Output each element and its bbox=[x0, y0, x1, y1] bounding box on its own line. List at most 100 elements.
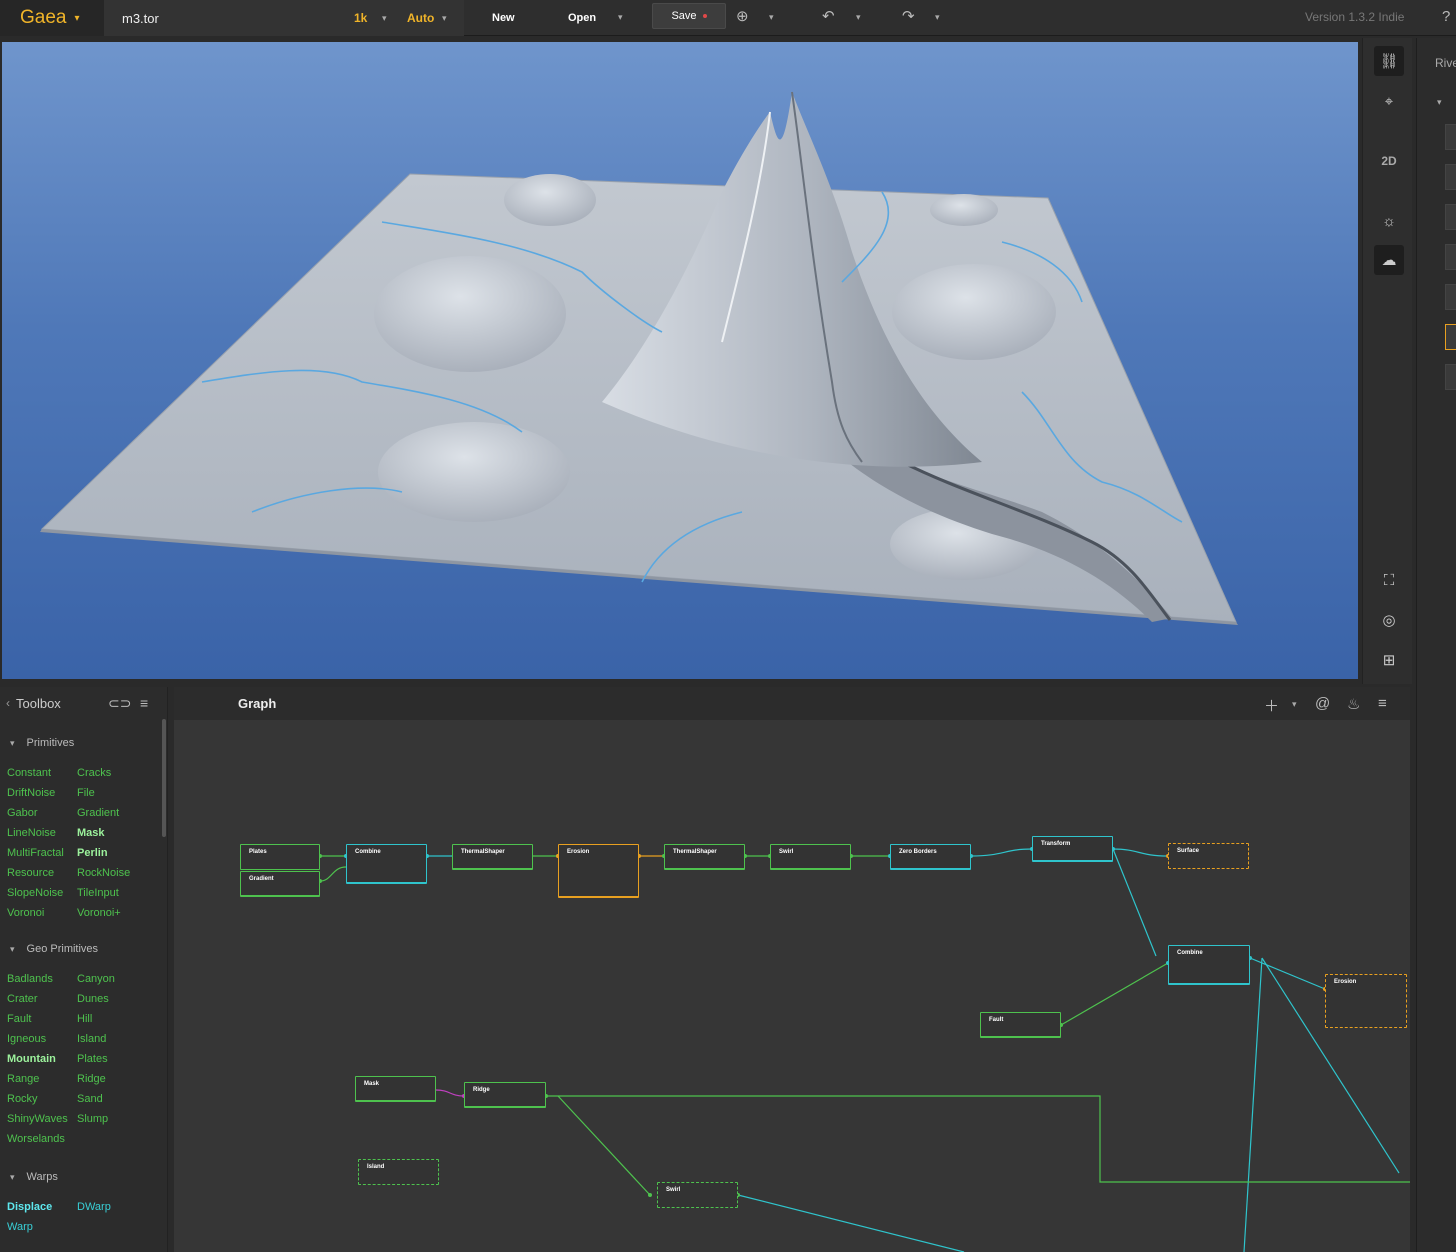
category-primitives[interactable]: ▾ Primitives bbox=[10, 737, 74, 749]
open-button[interactable]: Open bbox=[568, 8, 596, 28]
property-swatch[interactable] bbox=[1445, 244, 1456, 270]
add-circle-icon[interactable]: ⊕ bbox=[736, 9, 749, 24]
app-menu[interactable]: Gaea ▾ bbox=[0, 0, 104, 36]
tool-constant[interactable]: Constant bbox=[7, 767, 51, 779]
redo-icon[interactable]: ↷ bbox=[902, 9, 915, 24]
chevron-down-icon: ▾ bbox=[10, 1171, 15, 1182]
tool-badlands[interactable]: Badlands bbox=[7, 973, 53, 985]
node-fault[interactable]: Fault bbox=[980, 1012, 1061, 1038]
tool-voronoi-[interactable]: Voronoi+ bbox=[77, 907, 121, 919]
node-mask[interactable]: Mask bbox=[355, 1076, 436, 1102]
tool-slopenoise[interactable]: SlopeNoise bbox=[7, 887, 63, 899]
tool-warp[interactable]: Warp bbox=[7, 1221, 33, 1233]
tool-fault[interactable]: Fault bbox=[7, 1013, 31, 1025]
new-button[interactable]: New bbox=[492, 8, 515, 28]
grid-icon[interactable]: ⊞ bbox=[1374, 645, 1404, 675]
tool-canyon[interactable]: Canyon bbox=[77, 973, 115, 985]
open-dropdown-chevron-icon[interactable]: ▾ bbox=[618, 13, 623, 22]
toggle-icon[interactable]: ⊂⊃ bbox=[108, 695, 131, 712]
tool-mask[interactable]: Mask bbox=[77, 827, 105, 839]
chevron-down-icon[interactable]: ▾ bbox=[1437, 98, 1442, 107]
tool-sand[interactable]: Sand bbox=[77, 1093, 103, 1105]
tool-displace[interactable]: Displace bbox=[7, 1201, 52, 1213]
chevron-down-icon[interactable]: ▾ bbox=[935, 13, 940, 22]
tool-ridge[interactable]: Ridge bbox=[77, 1073, 106, 1085]
frame-icon[interactable]: ⛶ bbox=[1374, 565, 1404, 595]
category-geo-primitives[interactable]: ▾ Geo Primitives bbox=[10, 943, 98, 955]
undo-icon[interactable]: ↶ bbox=[822, 9, 835, 24]
node-combine[interactable]: Combine bbox=[346, 844, 427, 884]
tool-rocky[interactable]: Rocky bbox=[7, 1093, 38, 1105]
property-swatch[interactable] bbox=[1445, 284, 1456, 310]
node-zero-borders[interactable]: Zero Borders bbox=[890, 844, 971, 870]
tool-mountain[interactable]: Mountain bbox=[7, 1053, 56, 1065]
chevron-down-icon[interactable]: ▾ bbox=[382, 13, 387, 24]
property-swatch[interactable] bbox=[1445, 164, 1456, 190]
node-swirl-2[interactable]: Swirl bbox=[657, 1182, 738, 1208]
node-erosion-2[interactable]: Erosion bbox=[1325, 974, 1407, 1028]
category-warps[interactable]: ▾ Warps bbox=[10, 1171, 58, 1183]
node-plates[interactable]: Plates bbox=[240, 844, 320, 870]
tool-slump[interactable]: Slump bbox=[77, 1113, 108, 1125]
compass-icon[interactable]: ◎ bbox=[1374, 605, 1404, 635]
resolution-dropdown[interactable]: 1k bbox=[354, 11, 367, 25]
property-swatch[interactable] bbox=[1445, 364, 1456, 390]
tool-perlin[interactable]: Perlin bbox=[77, 847, 108, 859]
link-view-icon[interactable]: ⛓ bbox=[1374, 46, 1404, 76]
node-erosion[interactable]: Erosion bbox=[558, 844, 639, 898]
menu-icon[interactable]: ≡ bbox=[140, 695, 148, 711]
node-swirl[interactable]: Swirl bbox=[770, 844, 851, 870]
chevron-down-icon[interactable]: ▾ bbox=[442, 13, 447, 24]
chevron-down-icon: ▾ bbox=[74, 12, 80, 24]
tool-linenoise[interactable]: LineNoise bbox=[7, 827, 56, 839]
location-pin-icon[interactable]: ⌖ bbox=[1374, 86, 1404, 116]
tool-driftnoise[interactable]: DriftNoise bbox=[7, 787, 55, 799]
node-thermalshaper-2[interactable]: ThermalShaper bbox=[664, 844, 745, 870]
node-surface[interactable]: Surface bbox=[1168, 843, 1249, 869]
toolbox-panel: ‹ Toolbox ⊂⊃ ≡ ▾ Primitives Constant Crac… bbox=[0, 687, 168, 1252]
tool-tileinput[interactable]: TileInput bbox=[77, 887, 119, 899]
tool-dwarp[interactable]: DWarp bbox=[77, 1201, 111, 1213]
node-island[interactable]: Island bbox=[358, 1159, 439, 1185]
sun-icon[interactable]: ☼ bbox=[1374, 206, 1404, 236]
3d-viewport[interactable] bbox=[2, 42, 1358, 679]
save-button[interactable]: Save bbox=[652, 3, 726, 29]
terrain-render bbox=[40, 91, 1238, 625]
toolbox-scrollbar[interactable] bbox=[162, 719, 166, 837]
view-2d-toggle[interactable]: 2D bbox=[1374, 146, 1404, 176]
tool-island[interactable]: Island bbox=[77, 1033, 106, 1045]
tool-hill[interactable]: Hill bbox=[77, 1013, 92, 1025]
graph-editor[interactable]: Graph ＋ ▾ @ ♨ ≡ Plates Gradient Combine … bbox=[174, 687, 1410, 1252]
chevron-down-icon[interactable]: ▾ bbox=[769, 13, 774, 22]
tool-rocknoise[interactable]: RockNoise bbox=[77, 867, 130, 879]
tool-dunes[interactable]: Dunes bbox=[77, 993, 109, 1005]
tool-gradient[interactable]: Gradient bbox=[77, 807, 119, 819]
node-title: Mask bbox=[364, 1081, 380, 1087]
tool-igneous[interactable]: Igneous bbox=[7, 1033, 46, 1045]
node-combine-2[interactable]: Combine bbox=[1168, 945, 1250, 985]
cloud-icon[interactable]: ☁ bbox=[1374, 245, 1404, 275]
tool-voronoi[interactable]: Voronoi bbox=[7, 907, 44, 919]
tool-range[interactable]: Range bbox=[7, 1073, 39, 1085]
help-icon[interactable]: ? bbox=[1442, 9, 1450, 24]
tool-gabor[interactable]: Gabor bbox=[7, 807, 38, 819]
build-mode-dropdown[interactable]: Auto bbox=[407, 11, 434, 25]
node-ridge[interactable]: Ridge bbox=[464, 1082, 546, 1108]
tool-multifractal[interactable]: MultiFractal bbox=[7, 847, 64, 859]
property-swatch[interactable] bbox=[1445, 124, 1456, 150]
tool-cracks[interactable]: Cracks bbox=[77, 767, 111, 779]
property-swatch[interactable] bbox=[1445, 204, 1456, 230]
tool-plates[interactable]: Plates bbox=[77, 1053, 108, 1065]
tool-crater[interactable]: Crater bbox=[7, 993, 38, 1005]
property-swatch[interactable] bbox=[1445, 324, 1456, 350]
tool-worselands[interactable]: Worselands bbox=[7, 1133, 65, 1145]
tool-shinywaves[interactable]: ShinyWaves bbox=[7, 1113, 68, 1125]
tool-resource[interactable]: Resource bbox=[7, 867, 54, 879]
node-title: Erosion bbox=[1334, 979, 1357, 985]
tool-file[interactable]: File bbox=[77, 787, 95, 799]
collapse-chevron-icon[interactable]: ‹ bbox=[6, 696, 10, 710]
chevron-down-icon[interactable]: ▾ bbox=[856, 13, 861, 22]
node-thermalshaper[interactable]: ThermalShaper bbox=[452, 844, 533, 870]
node-gradient[interactable]: Gradient bbox=[240, 871, 320, 897]
node-transform[interactable]: Transform bbox=[1032, 836, 1113, 862]
